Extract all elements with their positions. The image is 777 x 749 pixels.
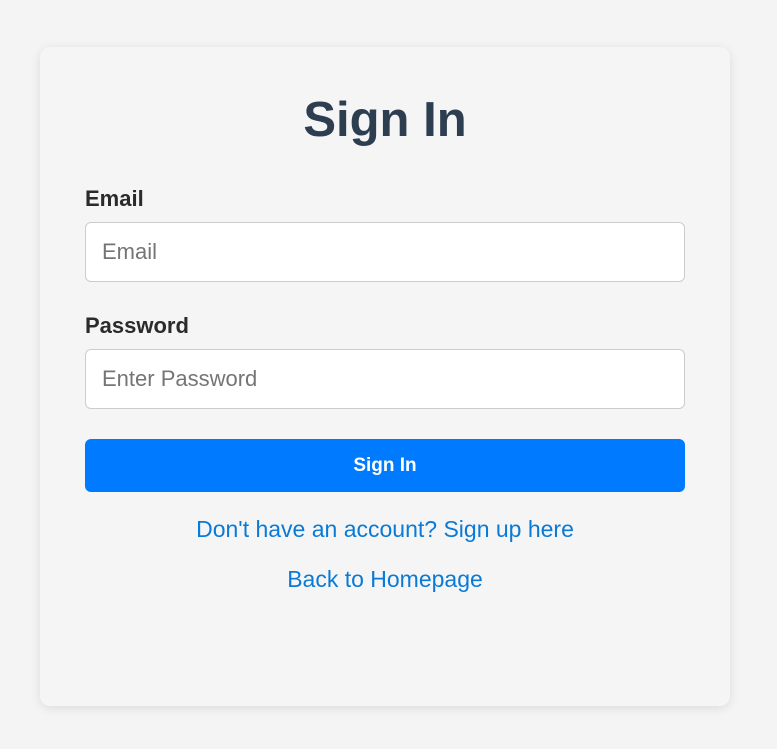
email-label: Email [85,186,144,211]
sign-up-link[interactable]: Don't have an account? Sign up here [40,515,730,543]
email-input[interactable] [85,222,685,282]
password-label: Password [85,313,189,338]
sign-in-card: Sign In Email Password Sign In Don't hav… [40,47,730,706]
back-to-homepage-link[interactable]: Back to Homepage [40,565,730,593]
sign-in-button[interactable]: Sign In [85,439,685,492]
password-input[interactable] [85,349,685,409]
page-title: Sign In [303,93,467,147]
